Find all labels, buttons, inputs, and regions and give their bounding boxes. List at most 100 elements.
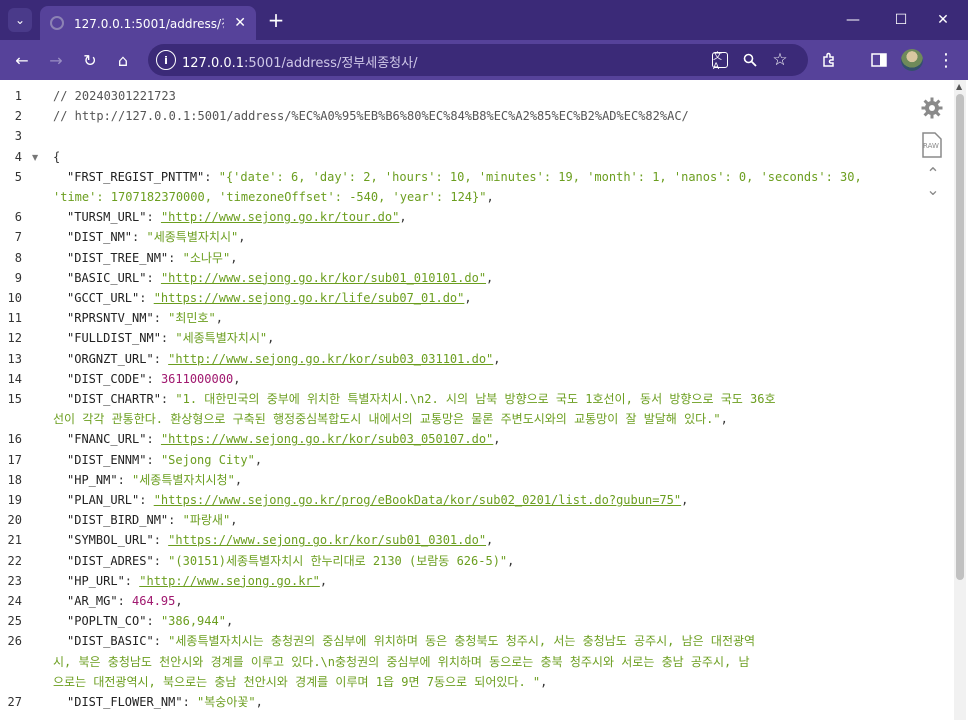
line-number: 23	[7, 573, 22, 588]
new-tab-button[interactable]: +	[264, 8, 288, 32]
code-line: "DIST_ENNM": "Sejong City",	[67, 450, 262, 470]
punctuation: :	[139, 291, 154, 305]
tab-strip: ⌄ 127.0.0.1:5001/address/정부세종 ✕ + — ☐ ✕	[0, 0, 968, 40]
line-number: 9	[14, 270, 22, 285]
extensions-icon[interactable]	[817, 48, 841, 72]
punctuation: :	[146, 270, 161, 285]
json-url-link[interactable]: "http://www.sejong.go.kr/tour.do"	[161, 210, 399, 224]
scroll-up-icon[interactable]: ⌃	[924, 164, 942, 183]
json-string-value: "1. 대한민국의 중부에 위치한 특별자치시.\n2. 시의 남북 방향으로 …	[175, 392, 776, 406]
line-number: 10	[7, 291, 22, 305]
code-line-continuation: 시, 북은 충청남도 천안시와 경계를 이루고 있다.\n충청권의 중심부에 위…	[53, 652, 750, 672]
json-string-value: "소나무"	[182, 250, 231, 265]
line-number: 13	[7, 351, 22, 366]
back-button[interactable]: ←	[10, 48, 34, 72]
code-line: {	[53, 147, 60, 167]
close-window-button[interactable]: ✕	[920, 6, 966, 34]
json-key: "GCCT_URL"	[67, 291, 140, 305]
code-line: "HP_URL": "http://www.sejong.go.kr",	[67, 571, 327, 591]
browser-menu-icon[interactable]: ⋮	[934, 48, 958, 72]
code-line: "DIST_FLOWER_NM": "복숭아꽃",	[67, 692, 263, 712]
punctuation: ,	[486, 270, 494, 285]
line-number: 15	[7, 392, 22, 406]
json-key: "BASIC_URL"	[67, 270, 147, 285]
json-key: "AR_MG"	[67, 594, 118, 608]
line-number: 18	[7, 472, 22, 487]
punctuation: :	[153, 533, 169, 548]
punctuation: :	[139, 493, 154, 507]
scrollbar-up-arrow-icon[interactable]: ▲	[956, 82, 962, 91]
line-number: 25	[7, 614, 22, 629]
zoom-icon[interactable]	[740, 50, 760, 70]
fold-toggle-icon[interactable]: ▼	[32, 153, 38, 162]
settings-gear-icon[interactable]	[920, 96, 944, 120]
punctuation: :	[168, 513, 183, 528]
punctuation: ,	[540, 674, 548, 689]
json-string-value: "최민호"	[168, 311, 216, 326]
reload-button[interactable]: ↻	[78, 48, 102, 72]
tab-search-icon[interactable]: ⌄	[8, 8, 32, 32]
punctuation: ,	[254, 452, 263, 467]
json-key: "FNANC_URL"	[67, 432, 147, 447]
json-url-link[interactable]: "https://www.sejong.go.kr/kor/sub03_0501…	[161, 432, 493, 446]
scroll-down-icon[interactable]: ⌄	[924, 180, 942, 199]
json-number-value: 464.95	[132, 594, 176, 608]
punctuation: ,	[225, 614, 234, 629]
code-line: "GCCT_URL": "https://www.sejong.go.kr/li…	[67, 288, 472, 308]
line-number: 17	[7, 452, 22, 467]
punctuation: :	[153, 553, 169, 568]
json-url-link[interactable]: "http://www.sejong.go.kr"	[139, 574, 320, 588]
json-url-link[interactable]: "https://www.sejong.go.kr/prog/eBookData…	[154, 493, 681, 507]
profile-avatar[interactable]	[901, 49, 923, 71]
json-url-link[interactable]: "https://www.sejong.go.kr/life/sub07_01.…	[154, 291, 465, 305]
code-line: "DIST_TREE_NM": "소나무",	[67, 248, 237, 268]
json-string-value: "세종특별자치시는 충청권의 중심부에 위치하며 동은 충청북도 청주시, 서는…	[168, 634, 756, 649]
json-string-value: 선이 각각 관통한다. 환상형으로 구축된 행정중심복합도시 내에서의 교통망은…	[53, 412, 721, 427]
line-number: 11	[7, 311, 22, 326]
line-number: 19	[7, 493, 22, 507]
json-string-value: "386,944"	[160, 614, 226, 629]
json-url-link[interactable]: "http://www.sejong.go.kr/kor/sub03_03110…	[168, 352, 493, 366]
punctuation: :	[146, 371, 161, 386]
active-tab[interactable]: 127.0.0.1:5001/address/정부세종 ✕	[40, 6, 256, 40]
address-bar[interactable]: i 127.0.0.1:5001/address/정부세종청사/ 文A ☆	[148, 44, 808, 76]
raw-view-button[interactable]: RAW	[921, 132, 943, 158]
punctuation: ,	[230, 250, 238, 265]
translate-icon[interactable]: 文A	[712, 52, 728, 72]
url-host: 127.0.0.1	[182, 56, 245, 71]
json-url-link[interactable]: "https://www.sejong.go.kr/kor/sub01_0301…	[168, 533, 486, 547]
json-url-link[interactable]: "http://www.sejong.go.kr/kor/sub01_01010…	[161, 271, 486, 285]
code-line-continuation: 'time': 1707182370000, 'timezoneOffset':…	[53, 187, 494, 207]
line-number: 7	[14, 230, 22, 245]
code-line: "DIST_BASIC": "세종특별자치시는 충청권의 중심부에 위치하며 동…	[67, 631, 755, 651]
json-key: "RPRSNTV_NM"	[67, 311, 154, 326]
json-string-value: "Sejong City"	[160, 452, 255, 467]
home-button[interactable]: ⌂	[111, 48, 135, 72]
line-number: 12	[7, 331, 22, 346]
line-number: 6	[14, 210, 22, 225]
scrollbar[interactable]: ▲	[954, 80, 966, 720]
json-key: "TURSM_URL"	[67, 210, 147, 225]
maximize-button[interactable]: ☐	[878, 6, 924, 34]
punctuation: ,	[493, 351, 501, 366]
json-string-value: "세종특별자치시"	[175, 331, 268, 346]
line-number: 4	[14, 149, 22, 164]
forward-button[interactable]: →	[44, 48, 68, 72]
scrollbar-thumb[interactable]	[956, 94, 964, 580]
side-panel-icon[interactable]	[867, 48, 891, 72]
line-number: 1	[14, 89, 22, 103]
tab-title: 127.0.0.1:5001/address/정부세종	[74, 16, 224, 31]
code-line: "DIST_BIRD_NM": "파랑새",	[67, 510, 237, 530]
comment-text: // 20240301221723	[53, 89, 176, 103]
json-string-value: "파랑새"	[182, 513, 231, 528]
minimize-button[interactable]: —	[830, 6, 876, 34]
url-text[interactable]: 127.0.0.1:5001/address/정부세종청사/	[182, 52, 417, 71]
site-info-icon[interactable]: i	[156, 50, 176, 70]
punctuation: :	[124, 573, 140, 588]
json-key: "DIST_NM"	[67, 230, 133, 245]
punctuation: ,	[319, 573, 328, 588]
punctuation: ,	[234, 472, 243, 487]
tab-close-icon[interactable]: ✕	[234, 15, 246, 31]
bookmark-star-icon[interactable]: ☆	[770, 50, 790, 70]
code-line: "PLAN_URL": "https://www.sejong.go.kr/pr…	[67, 490, 688, 510]
